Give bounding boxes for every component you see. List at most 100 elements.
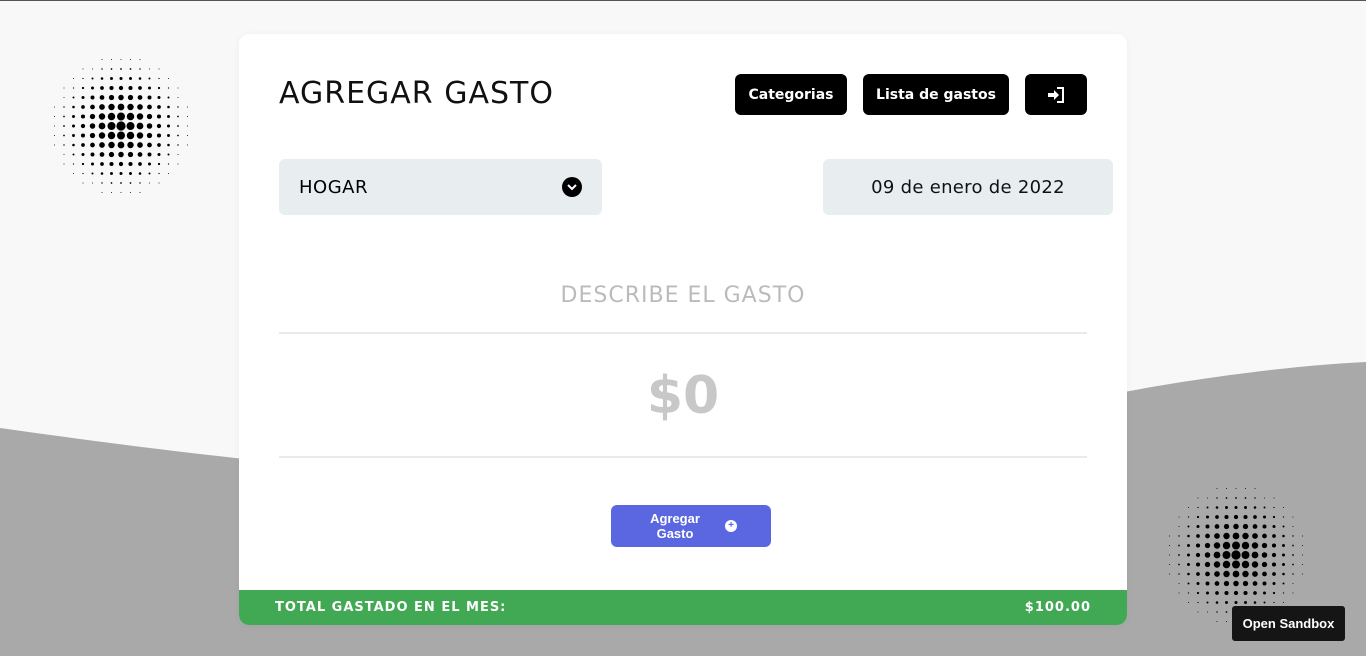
halftone-dot: [90, 86, 95, 90]
halftone-dot: [119, 171, 123, 176]
halftone-dot: [120, 182, 122, 184]
halftone-dot: [82, 77, 84, 80]
halftone-dot: [1302, 545, 1303, 546]
halftone-dot: [1204, 561, 1211, 568]
halftone-dot: [1302, 535, 1303, 537]
halftone-dot: [1205, 591, 1210, 595]
halftone-dot: [1215, 591, 1219, 595]
halftone-dot: [1196, 534, 1200, 538]
halftone-dot: [63, 97, 65, 98]
halftone-dot: [1187, 534, 1190, 538]
halftone-dot: [82, 182, 84, 184]
halftone-dot: [158, 68, 160, 70]
halftone-dot: [137, 95, 143, 100]
halftone-dot: [1214, 581, 1220, 586]
halftone-dot: [1273, 506, 1275, 509]
categories-button[interactable]: Categorias: [735, 74, 847, 115]
halftone-dot: [98, 132, 106, 139]
open-sandbox-button[interactable]: Open Sandbox: [1232, 606, 1345, 641]
halftone-dot: [1282, 563, 1285, 566]
halftone-dot: [1216, 621, 1218, 622]
halftone-dot: [120, 59, 122, 60]
halftone-dot: [177, 125, 179, 127]
halftone-dot: [130, 192, 131, 193]
halftone-dot: [1223, 532, 1230, 540]
halftone-dot: [1271, 562, 1277, 567]
halftone-dot: [109, 161, 114, 167]
amount-input[interactable]: $0: [279, 336, 1087, 458]
halftone-dot: [130, 59, 131, 60]
halftone-dot: [54, 135, 55, 136]
halftone-dot: [1178, 554, 1180, 556]
halftone-dot: [90, 95, 95, 100]
halftone-dot: [1282, 525, 1285, 528]
add-expense-button[interactable]: Agregar Gasto +: [611, 505, 771, 547]
halftone-dot: [1216, 611, 1218, 613]
halftone-dot: [100, 86, 104, 90]
halftone-dot: [111, 59, 112, 60]
halftone-dot: [1222, 560, 1231, 569]
halftone-dot: [91, 77, 94, 80]
halftone-dot: [110, 68, 113, 70]
halftone-dot: [1187, 563, 1190, 566]
halftone-dot: [1253, 515, 1257, 519]
category-select[interactable]: HOGAR: [279, 159, 602, 215]
halftone-dot: [1232, 570, 1240, 578]
halftone-dot: [1196, 572, 1200, 576]
expense-list-button[interactable]: Lista de gastos: [863, 74, 1009, 115]
halftone-dot: [1215, 515, 1219, 519]
halftone-dot: [167, 143, 170, 147]
halftone-dot: [1224, 514, 1229, 520]
halftone-dot: [1223, 523, 1230, 530]
halftone-dot: [98, 113, 106, 120]
halftone-dot: [100, 162, 104, 166]
halftone-dot: [127, 103, 134, 111]
halftone-dot: [91, 172, 94, 175]
halftone-dot: [90, 152, 95, 157]
halftone-dot: [1196, 581, 1200, 586]
halftone-dot: [63, 144, 65, 146]
halftone-dot: [109, 85, 114, 91]
halftone-dot: [158, 182, 160, 184]
halftone-dot: [1252, 581, 1258, 586]
halftone-dot: [129, 182, 132, 184]
halftone-dot: [136, 122, 144, 130]
halftone-dot: [1244, 497, 1247, 499]
halftone-dot: [1213, 561, 1221, 568]
halftone-dot: [1187, 516, 1190, 518]
halftone-dot: [1254, 488, 1256, 489]
halftone-dot: [81, 152, 85, 157]
halftone-dot: [1207, 497, 1208, 499]
description-input[interactable]: DESCRIBE EL GASTO: [279, 272, 1087, 334]
halftone-dot: [156, 133, 162, 138]
halftone-dot: [92, 68, 93, 70]
halftone-dot: [1253, 506, 1257, 509]
halftone-dot: [138, 172, 142, 175]
halftone-dot: [1225, 601, 1228, 604]
logout-button[interactable]: [1025, 74, 1087, 115]
halftone-dot: [98, 122, 106, 130]
halftone-dot: [101, 59, 103, 60]
halftone-dot: [187, 144, 188, 146]
halftone-dot: [1262, 571, 1267, 577]
halftone-dot: [1283, 602, 1284, 603]
monthly-total-bar: TOTAL GASTADO EN EL MES: $100.00: [239, 590, 1127, 625]
halftone-dot: [81, 95, 85, 100]
halftone-dot: [63, 125, 65, 127]
halftone-dot: [1226, 621, 1227, 622]
halftone-dot: [118, 151, 124, 158]
halftone-dot: [149, 182, 150, 184]
halftone-dot: [187, 125, 188, 127]
total-label: TOTAL GASTADO EN EL MES:: [275, 600, 507, 615]
date-picker[interactable]: 09 de enero de 2022: [823, 159, 1113, 215]
halftone-dot: [1262, 591, 1267, 595]
halftone-dot: [1282, 544, 1285, 547]
halftone-dot: [1232, 541, 1240, 550]
halftone-dot: [1169, 535, 1170, 537]
halftone-dot: [90, 162, 95, 166]
halftone-dot: [1251, 561, 1259, 568]
chevron-down-icon: [562, 177, 582, 197]
halftone-dot: [89, 132, 96, 139]
halftone-dot: [168, 173, 169, 174]
halftone-dot: [1234, 600, 1238, 605]
